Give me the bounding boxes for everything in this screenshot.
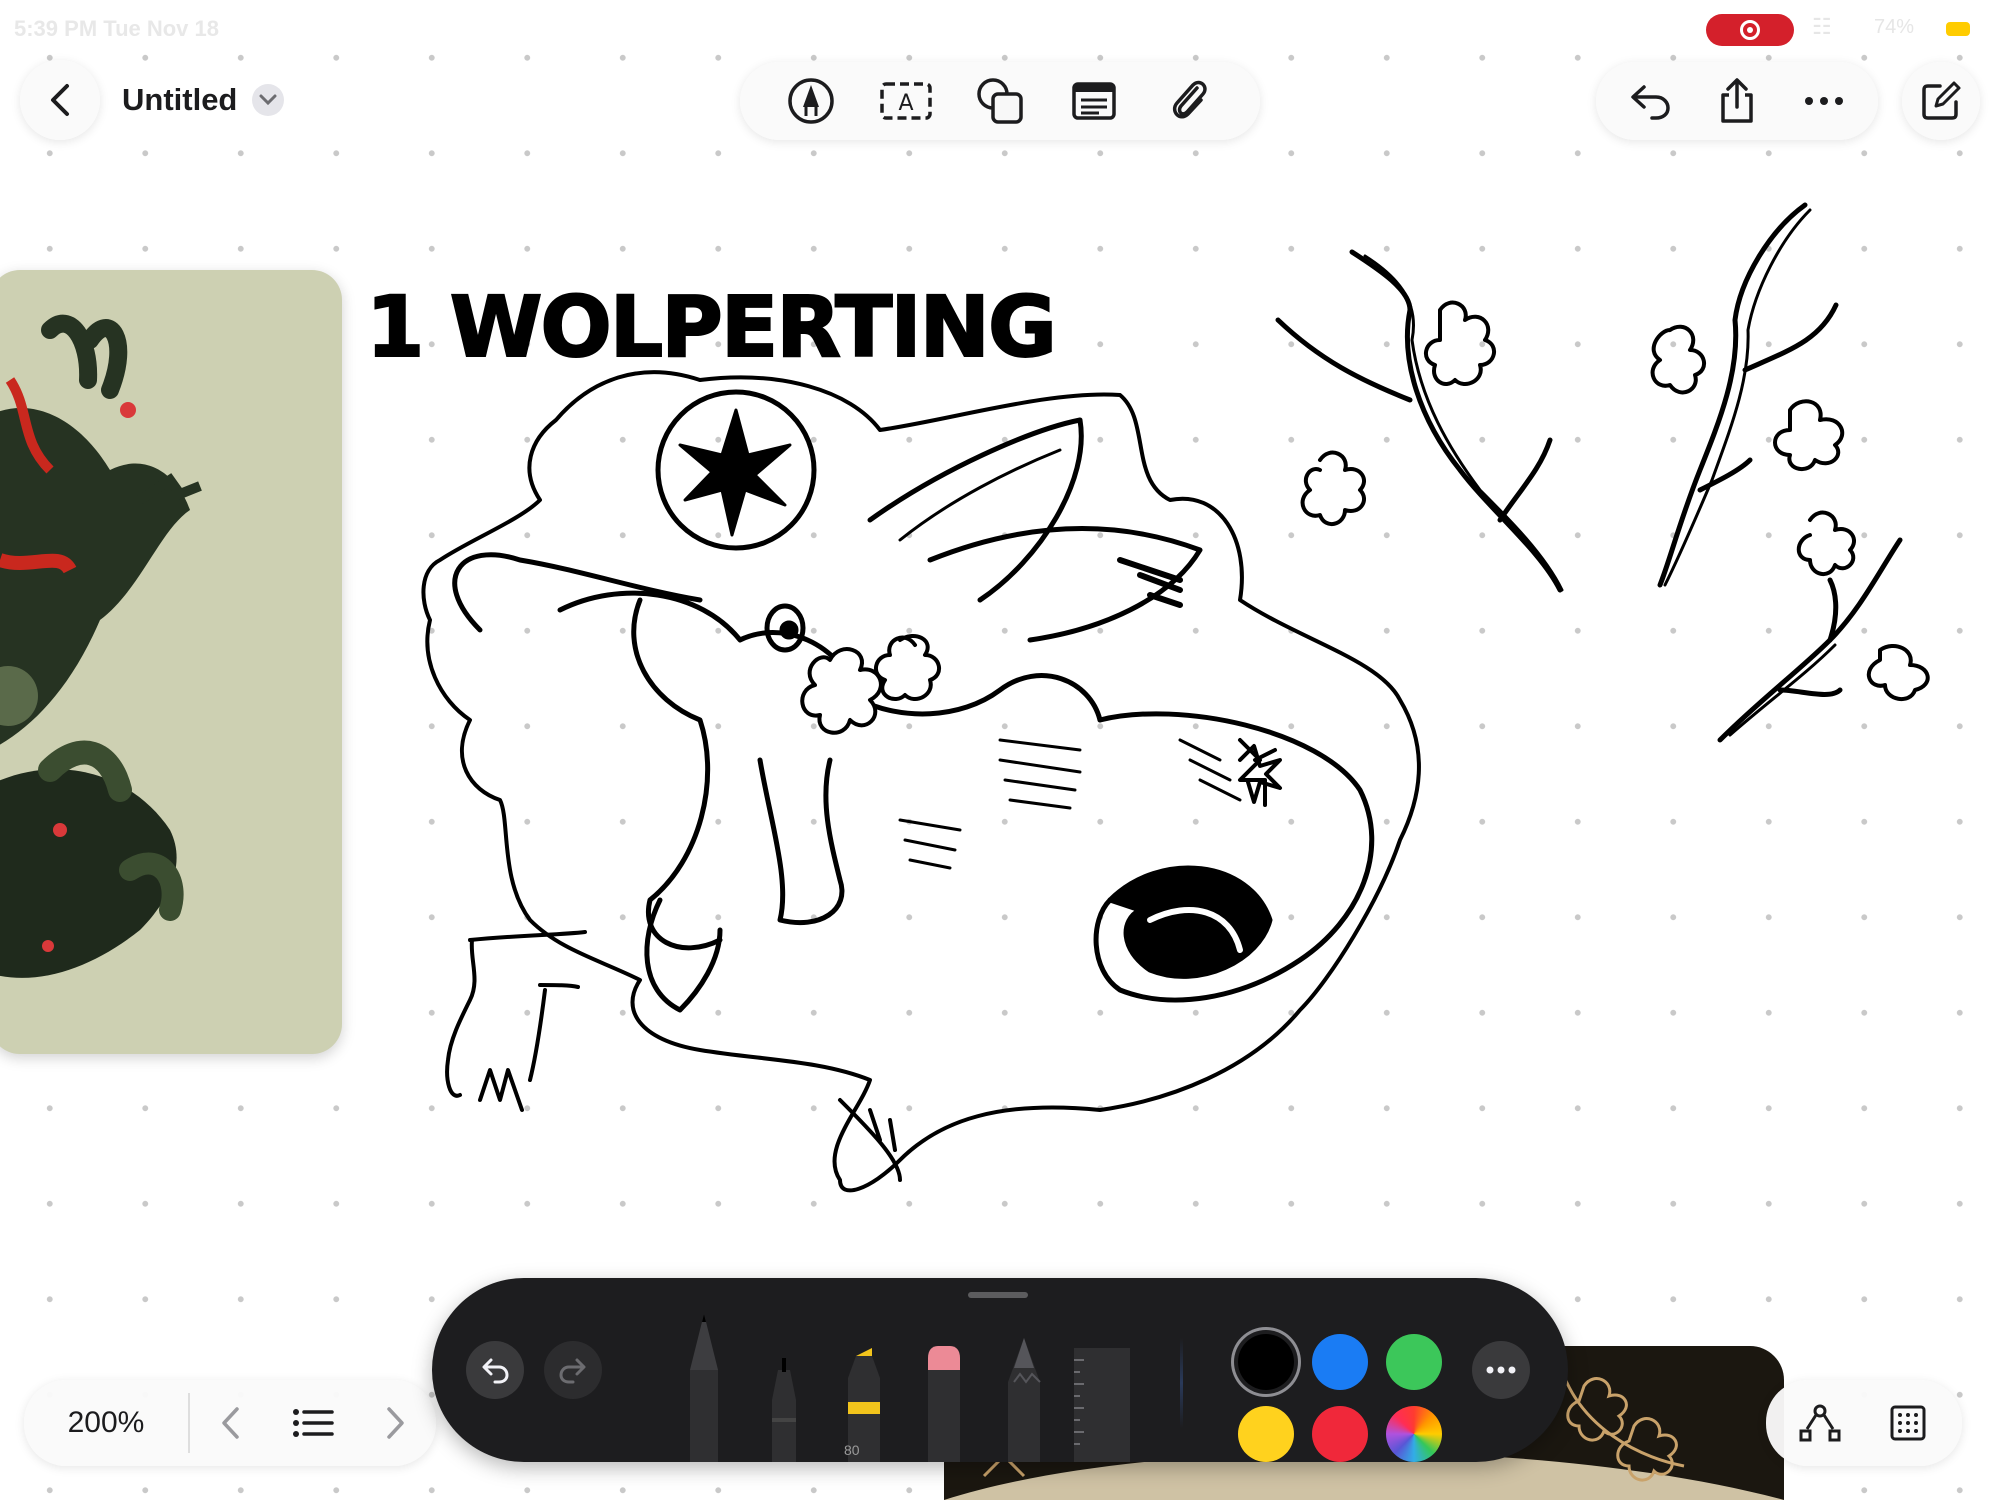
attachment-icon	[1172, 80, 1207, 119]
more-icon	[1486, 1366, 1516, 1374]
undo-button[interactable]	[1622, 73, 1678, 129]
document-title[interactable]: Untitled	[122, 82, 237, 118]
view-options	[1766, 1380, 1962, 1466]
palette-more-button[interactable]	[1472, 1341, 1530, 1399]
grid-icon	[1890, 1405, 1926, 1441]
status-bar: 5:39 PM Tue Nov 18 ☷ 74%	[0, 0, 2000, 56]
highlighter-width: 80	[844, 1442, 860, 1458]
pen-tool[interactable]	[664, 1308, 744, 1462]
palette-grabber[interactable]	[968, 1292, 1028, 1298]
wolpertinger-sketch[interactable]	[0, 0, 2000, 1500]
actions-toolbar	[1596, 62, 1878, 140]
highlighter-tool[interactable]	[824, 1308, 904, 1462]
grid-button[interactable]	[1880, 1395, 1936, 1451]
share-icon	[1721, 78, 1753, 123]
note-card-button[interactable]	[1066, 73, 1122, 129]
battery-percent: 74%	[1874, 16, 1915, 38]
palette-redo-button[interactable]	[544, 1341, 602, 1399]
compose-icon	[1922, 81, 1961, 120]
wifi-icon: ☷	[1812, 14, 1832, 39]
pencil-tool[interactable]	[984, 1308, 1064, 1462]
handwritten-title: 1 WOLPERTINGER	[365, 277, 1060, 377]
share-button[interactable]	[1709, 73, 1765, 129]
connector-icon	[1799, 1404, 1841, 1442]
pen-tool-button[interactable]	[783, 73, 839, 129]
svg-text:1 WOLPERTINGER: 1 WOLPERTINGER	[366, 278, 1060, 376]
more-options-button[interactable]	[1796, 73, 1852, 129]
chevron-right-icon	[387, 1407, 404, 1439]
color-picker-multicolor[interactable]	[1386, 1406, 1442, 1462]
previous-page-button[interactable]	[203, 1395, 259, 1451]
attachment-button[interactable]	[1161, 73, 1217, 129]
back-button[interactable]	[20, 60, 100, 140]
text-box-icon: A	[879, 82, 932, 120]
shapes-icon	[977, 78, 1023, 124]
text-box-button[interactable]: A	[878, 73, 934, 129]
shapes-button[interactable]	[972, 73, 1028, 129]
battery-icon	[1946, 22, 1970, 36]
eraser-tool[interactable]	[904, 1308, 984, 1462]
next-page-button[interactable]	[367, 1395, 423, 1451]
record-icon	[1740, 20, 1760, 40]
zoom-navigation: 200%	[24, 1380, 436, 1466]
undo-icon	[482, 1358, 509, 1384]
svg-text:A: A	[898, 91, 913, 116]
list-icon	[293, 1409, 334, 1437]
color-swatch-yellow[interactable]	[1238, 1406, 1294, 1462]
zoom-level[interactable]: 200%	[24, 1406, 188, 1440]
color-swatch-green[interactable]	[1386, 1334, 1442, 1390]
title-menu-button[interactable]	[252, 84, 284, 116]
new-board-button[interactable]	[1902, 62, 1980, 140]
chevron-left-icon	[222, 1407, 239, 1439]
color-swatch-red[interactable]	[1312, 1406, 1368, 1462]
chevron-down-icon	[259, 94, 277, 106]
page-list-button[interactable]	[285, 1395, 341, 1451]
chevron-left-icon	[51, 84, 69, 116]
note-card-icon	[1072, 82, 1117, 120]
palette-separator	[1180, 1338, 1183, 1428]
insert-toolbar: A	[740, 62, 1260, 140]
more-icon	[1805, 97, 1844, 105]
fineliner-tool[interactable]	[744, 1308, 824, 1462]
palette-undo-button[interactable]	[466, 1341, 524, 1399]
color-swatch-black[interactable]	[1238, 1334, 1294, 1390]
status-time: 5:39 PM Tue Nov 18	[14, 16, 219, 41]
redo-icon	[559, 1358, 586, 1384]
connector-button[interactable]	[1792, 1395, 1848, 1451]
color-swatch-blue[interactable]	[1312, 1334, 1368, 1390]
undo-icon	[1630, 85, 1670, 120]
pen-tool-icon	[788, 78, 834, 124]
drawing-palette: 80	[432, 1278, 1568, 1462]
ruler-tool[interactable]	[1064, 1308, 1144, 1462]
